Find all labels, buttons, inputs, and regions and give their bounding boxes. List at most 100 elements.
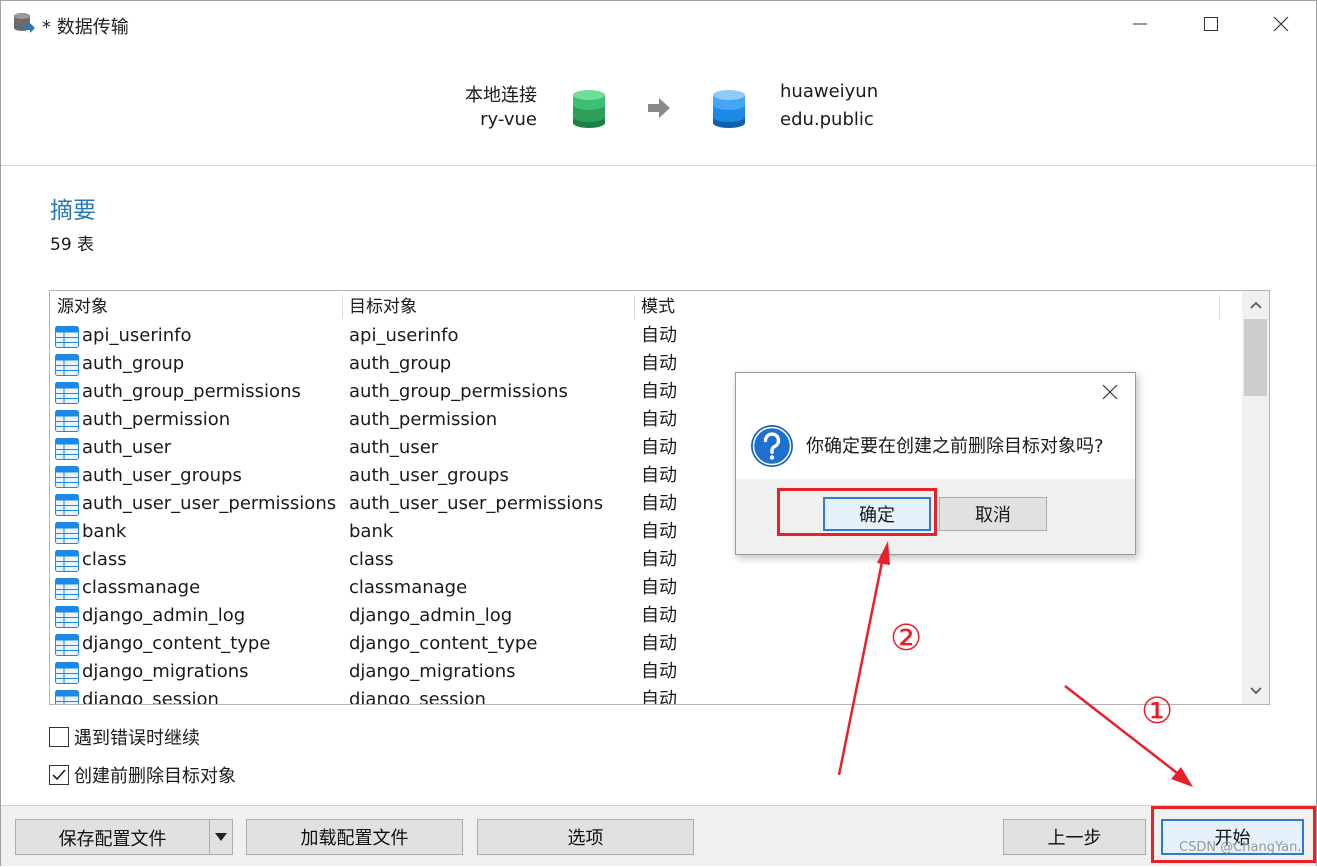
maximize-button[interactable] [1176, 1, 1246, 47]
save-profile-button[interactable]: 保存配置文件 [15, 819, 233, 855]
mode-cell: 自动 [641, 381, 677, 402]
data-transfer-icon [14, 13, 35, 33]
chevron-down-icon [1249, 686, 1262, 694]
mode-cell: 自动 [641, 521, 677, 542]
connection-header: 本地连接 ry-vue huaweiyun edu.public [1, 47, 1316, 166]
mode-cell: 自动 [641, 353, 677, 374]
source-object-cell: auth_user_user_permissions [82, 493, 337, 514]
dialog-title-bar [736, 373, 1135, 411]
title-bar: * 数据传输 [1, 1, 1316, 47]
save-profile-label: 保存配置文件 [58, 829, 167, 850]
column-divider[interactable] [1219, 295, 1220, 319]
source-object-cell: django_admin_log [82, 605, 246, 626]
mode-cell: 自动 [641, 549, 677, 570]
list-header: 源对象 目标对象 模式 [50, 291, 1242, 322]
source-object-cell: auth_permission [82, 409, 231, 430]
target-object-cell: auth_permission [349, 409, 498, 430]
source-object-cell: auth_group [82, 353, 185, 374]
watermark: CSDN @ChangYan. [1179, 840, 1302, 855]
window-title: * 数据传输 [42, 17, 129, 38]
table-icon [55, 662, 79, 684]
table-row[interactable]: django_admin_log django_admin_log 自动 [50, 602, 1242, 630]
source-object-cell: django_content_type [82, 633, 271, 654]
target-object-cell: auth_group [349, 353, 452, 374]
confirm-cancel-button[interactable]: 取消 [939, 497, 1047, 531]
summary-heading: 摘要 [50, 198, 96, 224]
mode-cell: 自动 [641, 577, 677, 598]
table-icon [55, 438, 79, 460]
target-object-cell: django_session [349, 689, 486, 705]
target-object-cell: django_migrations [349, 661, 516, 682]
column-header-mode[interactable]: 模式 [634, 291, 1219, 322]
column-header-source[interactable]: 源对象 [50, 291, 342, 322]
dialog-body: 你确定要在创建之前删除目标对象吗? [736, 411, 1135, 479]
table-icon [55, 690, 79, 704]
column-header-target[interactable]: 目标对象 [342, 291, 634, 322]
table-row[interactable]: django_content_type django_content_type 自动 [50, 630, 1242, 658]
checkmark-icon [52, 769, 66, 781]
data-transfer-window: * 数据传输 本地连接 ry-vue huaweiyun edu.public … [0, 0, 1317, 866]
target-object-cell: auth_user_groups [349, 465, 509, 486]
mode-cell: 自动 [641, 325, 677, 346]
source-object-cell: django_migrations [82, 661, 249, 682]
target-object-cell: api_userinfo [349, 325, 459, 346]
arrow-right-icon [648, 98, 670, 118]
table-row[interactable]: classmanage classmanage 自动 [50, 574, 1242, 602]
table-icon [55, 494, 79, 516]
scroll-down-button[interactable] [1242, 677, 1269, 704]
mode-cell: 自动 [641, 689, 677, 705]
target-object-cell: classmanage [349, 577, 468, 598]
source-object-cell: django_session [82, 689, 219, 705]
continue-on-error-checkbox[interactable] [49, 727, 69, 747]
mode-cell: 自动 [641, 661, 677, 682]
source-object-cell: classmanage [82, 577, 201, 598]
table-icon [55, 634, 79, 656]
dialog-close-button[interactable] [1093, 377, 1127, 407]
target-object-cell: django_admin_log [349, 605, 513, 626]
continue-on-error-option[interactable]: 遇到错误时继续 [49, 724, 200, 750]
close-button[interactable] [1246, 1, 1316, 47]
target-object-cell: bank [349, 521, 394, 542]
options-button[interactable]: 选项 [477, 819, 694, 855]
drop-before-create-checkbox[interactable] [49, 765, 69, 785]
minimize-button[interactable] [1105, 1, 1175, 47]
minimize-icon [1133, 23, 1147, 25]
dialog-message: 你确定要在创建之前删除目标对象吗? [806, 436, 1104, 457]
question-icon [751, 425, 793, 467]
table-icon [55, 550, 79, 572]
table-icon [55, 382, 79, 404]
drop-before-create-option[interactable]: 创建前删除目标对象 [49, 762, 236, 788]
blue-database-icon [713, 90, 745, 128]
table-row[interactable]: django_migrations django_migrations 自动 [50, 658, 1242, 686]
target-database-name: edu.public [780, 109, 874, 130]
vertical-scrollbar[interactable] [1242, 291, 1269, 704]
scroll-up-button[interactable] [1242, 291, 1269, 318]
maximize-icon [1204, 17, 1218, 31]
annotation-step-1: ① [1141, 691, 1174, 732]
green-database-icon [573, 90, 605, 128]
table-row[interactable]: api_userinfo api_userinfo 自动 [50, 322, 1242, 350]
table-icon [55, 606, 79, 628]
source-object-cell: bank [82, 521, 127, 542]
back-button[interactable]: 上一步 [1003, 819, 1146, 855]
table-icon [55, 326, 79, 348]
source-database-name: ry-vue [480, 109, 537, 130]
mode-cell: 自动 [641, 409, 677, 430]
target-object-cell: auth_user_user_permissions [349, 493, 604, 514]
load-profile-button[interactable]: 加载配置文件 [246, 819, 463, 855]
annotation-box-ok [777, 488, 937, 536]
chevron-up-icon [1249, 301, 1262, 309]
table-row[interactable]: django_session django_session 自动 [50, 686, 1242, 705]
close-icon [1273, 16, 1289, 32]
target-object-cell: auth_group_permissions [349, 381, 568, 402]
target-object-cell: auth_user [349, 437, 439, 458]
table-icon [55, 410, 79, 432]
drop-before-create-label: 创建前删除目标对象 [74, 766, 236, 787]
target-connection-name: huaweiyun [780, 81, 879, 102]
table-icon [55, 354, 79, 376]
save-profile-dropdown[interactable] [210, 820, 232, 854]
source-object-cell: api_userinfo [82, 325, 192, 346]
scroll-thumb[interactable] [1244, 319, 1267, 396]
mode-cell: 自动 [641, 465, 677, 486]
triangle-down-icon [215, 833, 227, 841]
